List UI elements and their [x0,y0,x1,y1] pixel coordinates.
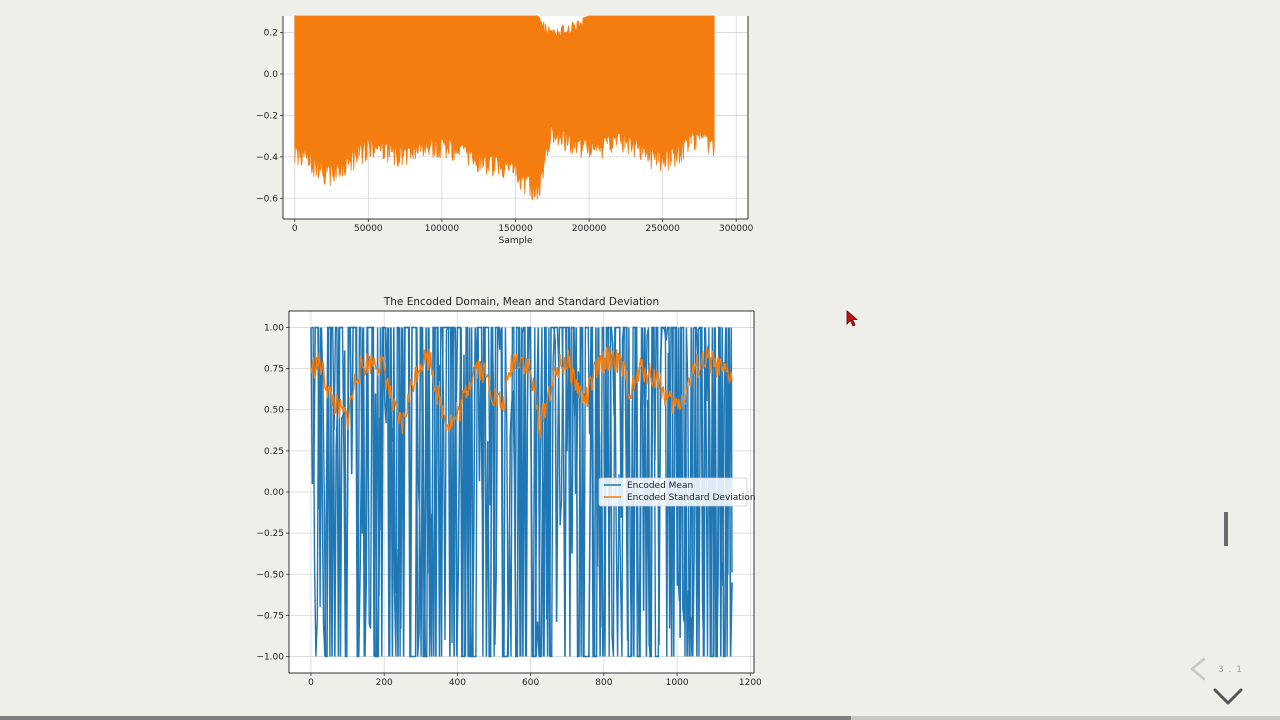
x-tick-label: 800 [595,678,612,688]
x-tick-label: 200000 [572,224,607,234]
x-tick-label: 250000 [645,224,680,234]
x-tick-label: 50000 [354,224,383,234]
x-tick-label: 400 [449,678,466,688]
y-tick-label: −0.2 [256,111,278,121]
legend-label-mean: Encoded Mean [627,481,693,491]
x-tick-label: 0 [308,678,314,688]
y-tick-label: −0.6 [256,194,278,204]
chevron-left-icon[interactable] [1186,656,1212,682]
x-tick-label: 200 [376,678,393,688]
y-tick-label: 0.75 [264,365,284,375]
y-tick-label: −1.00 [256,653,284,663]
x-tick-label: 600 [522,678,539,688]
chart2-x-ticks: 0 200 400 600 800 1000 1200 [308,673,762,688]
chevron-down-icon[interactable] [1212,686,1244,708]
progress-bar [0,716,1280,720]
encoded-domain-chart: The Encoded Domain, Mean and Standard De… [256,296,762,688]
y-tick-label: −0.75 [256,611,284,621]
chart1-x-ticks: 0 50000 100000 150000 200000 250000 300000 [292,219,754,234]
y-tick-label: 0.0 [264,70,279,80]
y-tick-label: 0.00 [264,488,284,498]
slide-number: 3 . 1 [1218,665,1244,675]
y-tick-label: −0.25 [256,529,284,539]
x-tick-label: 0 [292,224,298,234]
x-tick-label: 150000 [498,224,533,234]
chart2-y-ticks: 1.00 0.75 0.50 0.25 0.00 −0.25 −0.50 −0.75 −1.00 [256,323,289,663]
slide-canvas: 0 50000 100000 150000 200000 250000 300000 0.2… [256,15,762,688]
waveform-chart: 0 50000 100000 150000 200000 250000 300000 0.2… [256,15,754,246]
x-tick-label: 300000 [719,224,754,234]
y-tick-label: 0.2 [264,29,278,39]
y-tick-label: −0.4 [256,153,278,163]
vertical-scroll-indicator[interactable] [1224,512,1228,546]
legend-label-std: Encoded Standard Deviation [627,493,756,503]
x-tick-label: 1000 [666,678,689,688]
x-tick-label: 100000 [425,224,460,234]
chart1-x-axis-label: Sample [499,236,533,246]
x-tick-label: 1200 [739,678,762,688]
chart1-y-ticks: 0.2 0.0 −0.2 −0.4 −0.6 [256,29,283,204]
progress-bar-fill [0,716,852,720]
y-tick-label: 1.00 [264,323,284,333]
y-tick-label: 0.25 [264,447,284,457]
y-tick-label: 0.50 [264,406,284,416]
y-tick-label: −0.50 [256,570,284,580]
mouse-cursor-icon [846,310,858,327]
chart2-legend: Encoded Mean Encoded Standard Deviation [598,477,756,507]
chart2-title: The Encoded Domain, Mean and Standard De… [383,296,659,308]
